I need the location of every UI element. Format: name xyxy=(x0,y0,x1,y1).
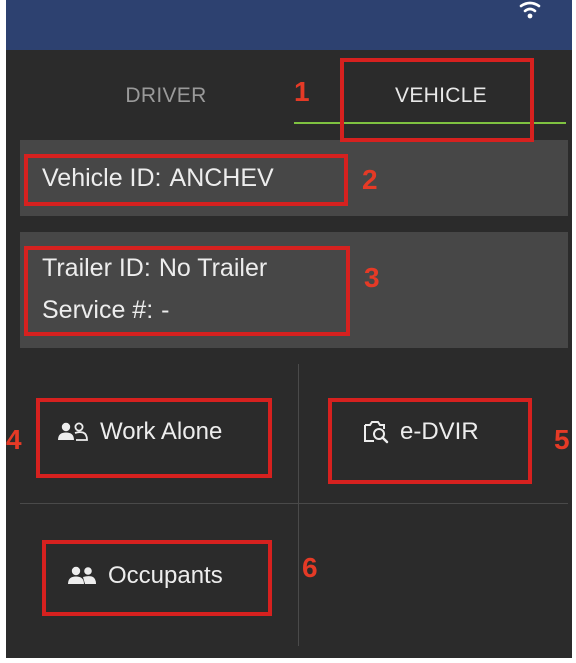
vehicle-id-card[interactable]: Vehicle ID: ANCHEV xyxy=(20,140,568,216)
grid-divider-horizontal xyxy=(20,503,568,504)
tab-driver[interactable]: DRIVER xyxy=(66,72,266,122)
grid-divider-vertical xyxy=(298,364,299,646)
callout-number-5: 5 xyxy=(554,424,570,455)
wifi-icon xyxy=(519,1,541,19)
edvir-button[interactable]: e-DVIR xyxy=(362,418,479,446)
trailer-id-field: Trailer ID: No Trailer xyxy=(42,254,267,283)
status-bar xyxy=(6,0,572,50)
work-alone-label: Work Alone xyxy=(100,418,223,445)
callout-number-3: 3 xyxy=(364,262,380,293)
inspection-icon xyxy=(364,421,389,444)
vehicle-id-field: Vehicle ID: ANCHEV xyxy=(42,164,274,193)
group-icon xyxy=(58,422,88,441)
app-screen: DRIVER VEHICLE Vehicle ID: ANCHEV Trailer… xyxy=(6,0,572,658)
occupants-button[interactable]: Occupants xyxy=(66,562,223,590)
callout-number-1: 1 xyxy=(294,76,310,107)
active-tab-indicator xyxy=(294,122,566,124)
group-icon xyxy=(68,566,96,584)
service-number-field: Service #: - xyxy=(42,296,170,325)
vehicle-id-value: ANCHEV xyxy=(169,164,274,192)
trailer-card[interactable]: Trailer ID: No Trailer Service #: - xyxy=(20,232,568,348)
trailer-id-label: Trailer ID: xyxy=(42,254,151,282)
tab-vehicle[interactable]: VEHICLE xyxy=(346,72,536,122)
callout-number-2: 2 xyxy=(362,164,378,195)
trailer-id-value: No Trailer xyxy=(158,254,268,282)
edvir-label: e-DVIR xyxy=(400,418,479,445)
work-alone-button[interactable]: Work Alone xyxy=(56,418,222,446)
service-number-label: Service #: xyxy=(42,296,154,324)
callout-number-6: 6 xyxy=(302,552,318,583)
service-number-value: - xyxy=(161,296,170,324)
occupants-label: Occupants xyxy=(108,562,223,589)
callout-number-4: 4 xyxy=(6,424,22,455)
vehicle-id-label: Vehicle ID: xyxy=(42,164,162,192)
